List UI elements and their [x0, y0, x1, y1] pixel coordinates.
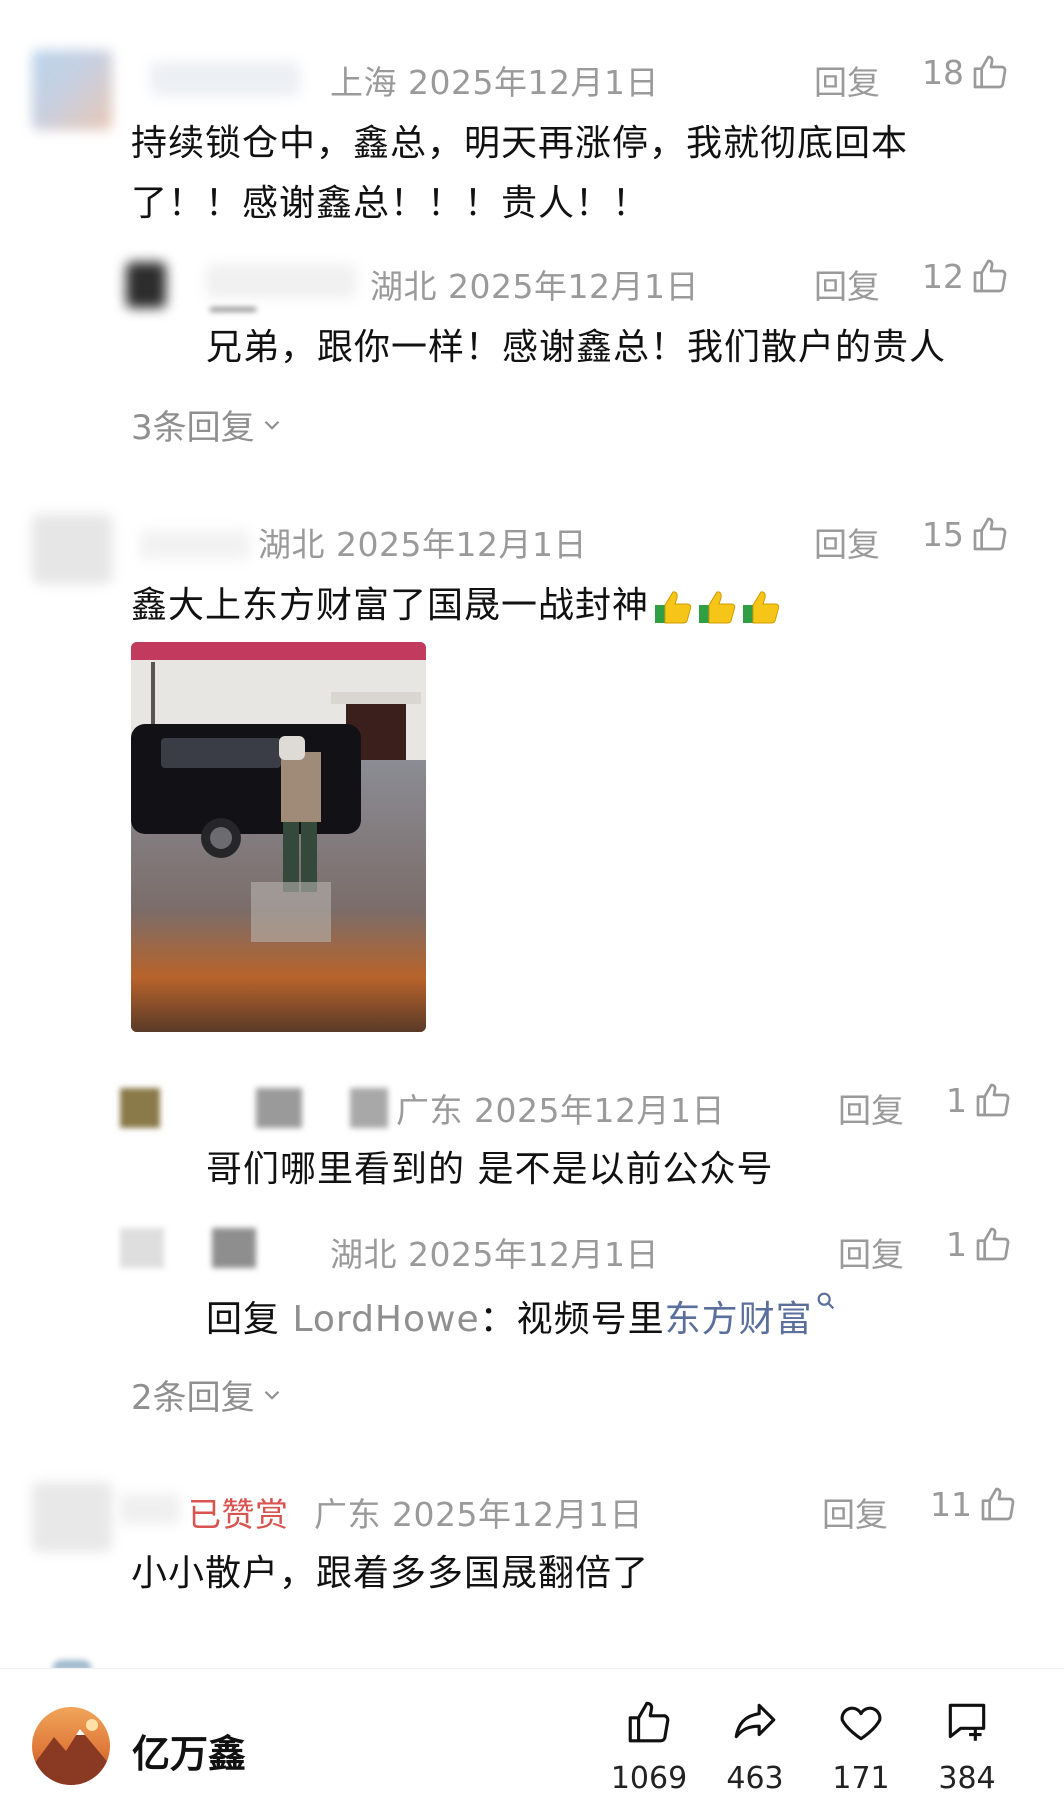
share-icon: [734, 1703, 776, 1739]
avatar[interactable]: [126, 262, 166, 308]
thumbs-up-icon: [976, 1227, 1010, 1261]
like-count: 11: [930, 1484, 972, 1524]
reply-button[interactable]: 回复: [822, 1488, 888, 1536]
username[interactable]: [350, 1088, 388, 1128]
comment-meta: 广东 2025年12月1日: [314, 1495, 643, 1534]
thumbs-up-icon: [973, 259, 1007, 293]
like-count: 12: [922, 256, 964, 296]
avatar[interactable]: [32, 50, 112, 130]
mountain-icon: [32, 1719, 110, 1785]
comment-text: 小小散户，跟着多多国晟翻倍了: [131, 1553, 650, 1594]
reply-prefix: 回复: [206, 1299, 293, 1340]
search-icon[interactable]: [815, 1290, 837, 1312]
thumbs-up-icon: [973, 55, 1007, 89]
chevron-down-icon: [264, 420, 279, 430]
comment-button[interactable]: 384: [922, 1697, 1012, 1796]
comment-text-line2: 了！！感谢鑫总！！！贵人！！: [131, 183, 650, 224]
comment-meta: 广东 2025年12月1日: [396, 1091, 725, 1130]
like-button[interactable]: 1: [946, 1224, 1013, 1264]
avatar[interactable]: [32, 514, 112, 584]
tip-badge: 已赞赏: [188, 1495, 289, 1534]
share-button[interactable]: 463: [710, 1697, 800, 1796]
username[interactable]: [140, 530, 250, 560]
comment-text: 鑫大上东方财富了国晟一战封神: [131, 576, 781, 628]
username[interactable]: [256, 1088, 302, 1128]
comment-text-line1: 持续锁仓中，鑫总，明天再涨停，我就彻底回本: [131, 123, 909, 164]
share-count: 463: [726, 1761, 784, 1796]
reply-button[interactable]: 回复: [838, 1228, 904, 1276]
reply-text: 回复 LordHowe：视频号里东方财富: [206, 1290, 837, 1342]
expand-replies-button[interactable]: 3条回复: [131, 400, 285, 449]
reply-button[interactable]: 回复: [814, 518, 880, 566]
like-count: 1069: [610, 1761, 688, 1796]
author-avatar[interactable]: [32, 1707, 110, 1785]
username[interactable]: [120, 1494, 180, 1524]
divider: [210, 308, 256, 311]
avatar[interactable]: [120, 1088, 160, 1128]
avatar[interactable]: [32, 1482, 112, 1552]
like-count: 15: [922, 514, 964, 554]
thumbs-up-icon: [655, 591, 692, 624]
mention-link[interactable]: LordHowe: [292, 1299, 479, 1340]
favorite-button[interactable]: 171: [816, 1697, 906, 1796]
like-count: 1: [946, 1224, 967, 1264]
comment-meta: 湖北 2025年12月1日: [330, 1235, 659, 1274]
comment-meta: 湖北 2025年12月1日: [258, 525, 587, 564]
thumbs-up-icon: [743, 591, 780, 624]
expand-replies-label: 2条回复: [131, 1378, 255, 1418]
thumbs-up-icon: [699, 591, 736, 624]
comment-meta: 上海 2025年12月1日: [330, 63, 659, 102]
thumbs-up-icon: [628, 1701, 670, 1743]
comment-add-icon: [948, 1703, 986, 1741]
comment-text-body: 鑫大上东方财富了国晟一战封神: [131, 585, 650, 626]
username[interactable]: [150, 62, 300, 96]
reply-body: ：视频号里: [479, 1299, 665, 1340]
reply-text: 哥们哪里看到的 是不是以前公众号: [206, 1149, 774, 1190]
like-count: 18: [922, 52, 964, 92]
comment-count: 384: [938, 1761, 996, 1796]
like-button[interactable]: 15: [922, 514, 1010, 554]
reply-button[interactable]: 回复: [838, 1084, 904, 1132]
author-name[interactable]: 亿万鑫: [132, 1723, 246, 1778]
reply-button[interactable]: 回复: [814, 56, 880, 104]
reply-text: 兄弟，跟你一样！感谢鑫总！我们散户的贵人: [206, 327, 947, 368]
search-link[interactable]: 东方财富: [665, 1299, 813, 1340]
like-button[interactable]: 1: [946, 1080, 1013, 1120]
avatar[interactable]: [120, 1228, 164, 1268]
heart-icon: [840, 1706, 882, 1741]
reply-button[interactable]: 回复: [814, 260, 880, 308]
thumbs-up-icon: [976, 1083, 1010, 1117]
like-button[interactable]: 12: [922, 256, 1010, 296]
username[interactable]: [206, 264, 356, 298]
like-button[interactable]: 18: [922, 52, 1010, 92]
thumbs-up-icon: [973, 517, 1007, 551]
like-button[interactable]: 11: [930, 1484, 1018, 1524]
photo-illustration: [131, 642, 426, 1032]
like-count: 1: [946, 1080, 967, 1120]
like-post-button[interactable]: 1069: [604, 1697, 694, 1796]
chevron-down-icon: [264, 1390, 279, 1400]
comment-image[interactable]: [131, 642, 426, 1032]
username[interactable]: [212, 1228, 256, 1268]
favorite-count: 171: [832, 1761, 890, 1796]
bottom-action-bar: 亿万鑫 1069 463 171 384: [0, 1668, 1064, 1816]
expand-replies-button[interactable]: 2条回复: [131, 1370, 285, 1419]
thumbs-up-icon: [981, 1487, 1015, 1521]
comment-meta: 湖北 2025年12月1日: [370, 267, 699, 306]
expand-replies-label: 3条回复: [131, 408, 255, 448]
